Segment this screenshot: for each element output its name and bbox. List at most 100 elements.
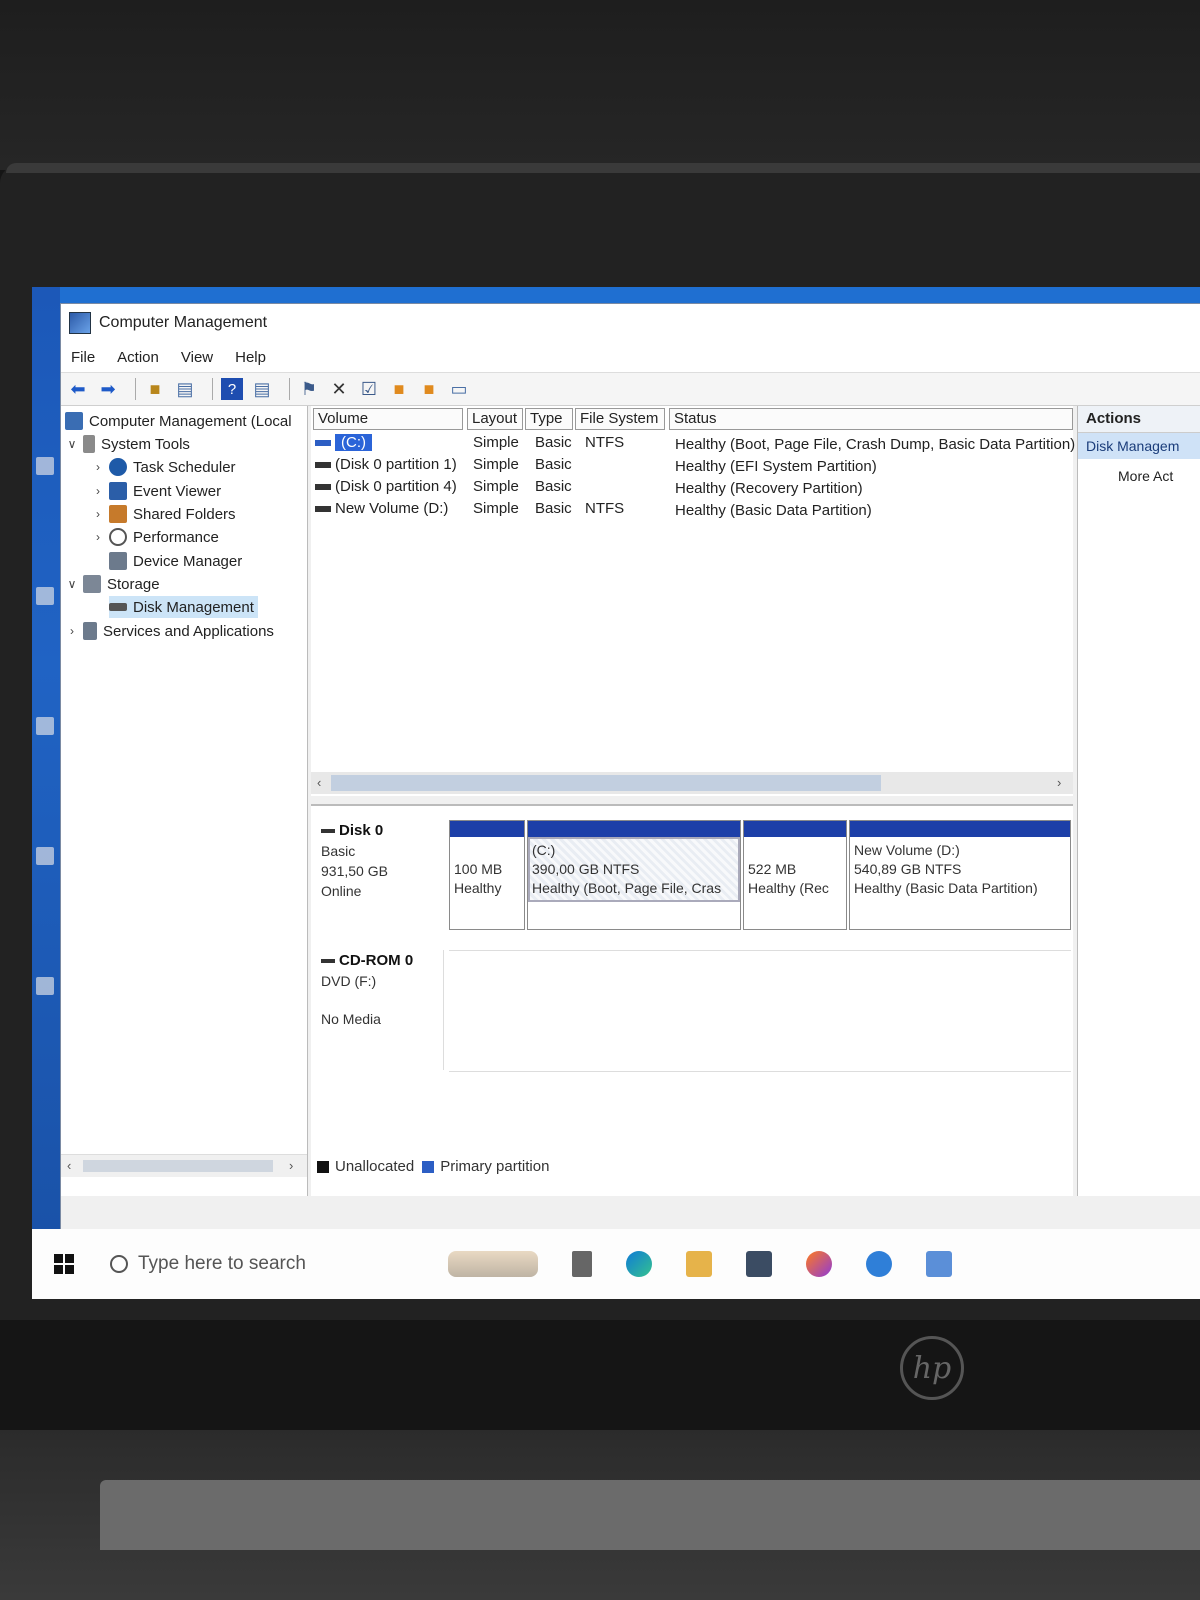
column-header-type[interactable]: Type [525, 408, 573, 430]
storage-icon [83, 575, 101, 593]
scroll-left-icon[interactable]: ‹ [317, 775, 321, 790]
scroll-right-icon[interactable]: › [289, 1158, 293, 1173]
tree-system-tools[interactable]: ∨ System Tools [65, 433, 190, 455]
panel-icon[interactable]: ▭ [448, 378, 470, 400]
table-row[interactable]: (Disk 0 partition 1) [315, 454, 457, 476]
partition-bar [528, 821, 740, 837]
volume-name: New Volume (D:) [335, 500, 449, 517]
tree-task-scheduler[interactable]: › Task Scheduler [91, 456, 236, 478]
windows-start-icon[interactable] [54, 1254, 74, 1274]
tree-horizontal-scrollbar[interactable]: ‹ › [61, 1154, 307, 1177]
tree-services-applications[interactable]: › Services and Applications [65, 620, 274, 642]
tree-storage[interactable]: ∨ Storage [65, 573, 160, 595]
scroll-thumb[interactable] [331, 775, 881, 791]
desktop-icon[interactable] [36, 977, 54, 995]
partition-d[interactable]: New Volume (D:) 540,89 GB NTFS Healthy (… [849, 820, 1071, 930]
forward-arrow-icon[interactable]: ➡ [97, 378, 119, 400]
table-row[interactable]: (C:) [315, 432, 372, 454]
tree-shared-folders[interactable]: › Shared Folders [91, 503, 236, 525]
tree-root[interactable]: Computer Management (Local [65, 410, 292, 432]
hp-logo: hp [900, 1336, 964, 1400]
connect-icon[interactable]: ⚑ [298, 378, 320, 400]
partition-recovery[interactable]: 522 MB Healthy (Rec [743, 820, 847, 930]
edge-browser-icon[interactable] [626, 1251, 652, 1277]
mail-icon[interactable] [746, 1251, 772, 1277]
scroll-right-icon[interactable]: › [1057, 775, 1061, 790]
folder-icon[interactable]: ■ [388, 378, 410, 400]
menu-help[interactable]: Help [235, 349, 266, 366]
tree-disk-management[interactable]: Disk Management [109, 596, 258, 618]
desktop-icon[interactable] [36, 457, 54, 475]
scroll-left-icon[interactable]: ‹ [67, 1158, 71, 1173]
volume-layout: Simple [473, 456, 519, 473]
desktop-icon[interactable] [36, 717, 54, 735]
chevron-right-icon[interactable]: › [65, 624, 79, 638]
up-folder-icon[interactable]: ■ [144, 378, 166, 400]
toolbar-separator [212, 378, 213, 400]
screen: Computer Management File Action View Hel… [32, 287, 1200, 1299]
table-row[interactable]: (Disk 0 partition 4) [315, 476, 457, 498]
actions-disk-management[interactable]: Disk Managem [1078, 433, 1200, 459]
menu-action[interactable]: Action [117, 349, 159, 366]
desktop-icon[interactable] [36, 587, 54, 605]
actions-more[interactable]: More Act [1078, 459, 1200, 493]
computer-icon [65, 412, 83, 430]
chevron-down-icon[interactable]: ∨ [65, 437, 79, 451]
partition-bar [850, 821, 1070, 837]
volume-horizontal-scrollbar[interactable]: ‹ › [311, 772, 1073, 794]
search-icon[interactable] [110, 1255, 128, 1273]
scroll-thumb[interactable] [83, 1160, 273, 1172]
file-explorer-icon[interactable] [686, 1251, 712, 1277]
menu-file[interactable]: File [71, 349, 95, 366]
window-title: Computer Management [99, 314, 268, 331]
task-view-icon[interactable] [572, 1251, 592, 1277]
chevron-right-icon[interactable]: › [91, 530, 105, 544]
volume-type: Basic [535, 478, 572, 495]
checklist-icon[interactable]: ☑ [358, 378, 380, 400]
volume-status: Healthy (Boot, Page File, Crash Dump, Ba… [675, 436, 1076, 453]
column-header-file-system[interactable]: File System [575, 408, 665, 430]
chevron-right-icon[interactable]: › [91, 460, 105, 474]
title-bar: Computer Management [61, 304, 1200, 342]
disk0-label[interactable]: Disk 0 Basic 931,50 GB Online [321, 820, 388, 901]
firefox-icon[interactable] [806, 1251, 832, 1277]
app-icon[interactable] [866, 1251, 892, 1277]
chevron-down-icon[interactable]: ∨ [65, 577, 79, 591]
navigation-tree: Computer Management (Local ∨ System Tool… [61, 406, 308, 1196]
properties-icon[interactable]: ▤ [251, 378, 273, 400]
search-highlight-icon[interactable] [448, 1251, 538, 1277]
legend-swatch-unallocated [317, 1160, 329, 1173]
table-row[interactable]: New Volume (D:) [315, 498, 448, 520]
search-folder-icon[interactable]: ■ [418, 378, 440, 400]
computer-management-taskbar-icon[interactable] [926, 1251, 952, 1277]
laptop-lid-edge [6, 163, 1200, 173]
cdrom-label[interactable]: CD-ROM 0 DVD (F:) No Media [321, 950, 444, 1070]
back-arrow-icon[interactable]: ⬅ [67, 378, 89, 400]
partition-line1: (C:) [532, 842, 556, 858]
column-header-status[interactable]: Status [669, 408, 1073, 430]
background-top [0, 0, 1200, 170]
chevron-right-icon[interactable]: › [91, 484, 105, 498]
disk0-size: 931,50 GB [321, 863, 388, 879]
volume-icon [315, 440, 331, 447]
tree-device-manager[interactable]: Device Manager [109, 550, 242, 572]
tree-services-label: Services and Applications [103, 622, 274, 640]
help-icon[interactable]: ? [221, 378, 243, 400]
tree-performance[interactable]: › Performance [91, 526, 219, 548]
partition-efi[interactable]: 100 MB Healthy [449, 820, 525, 930]
show-hide-tree-icon[interactable]: ▤ [174, 378, 196, 400]
desktop-icon[interactable] [36, 847, 54, 865]
tree-event-viewer[interactable]: › Event Viewer [91, 480, 221, 502]
column-header-volume[interactable]: Volume [313, 408, 463, 430]
toolbar-separator [135, 378, 136, 400]
volume-fs: NTFS [585, 434, 625, 451]
chevron-right-icon[interactable]: › [91, 507, 105, 521]
taskbar-search[interactable]: Type here to search [138, 1253, 448, 1275]
volume-status: Healthy (Recovery Partition) [675, 480, 863, 497]
menu-view[interactable]: View [181, 349, 213, 366]
partition-c[interactable]: (C:) 390,00 GB NTFS Healthy (Boot, Page … [527, 820, 741, 930]
delete-icon[interactable]: ✕ [328, 378, 350, 400]
tree-performance-label: Performance [133, 528, 219, 546]
column-header-layout[interactable]: Layout [467, 408, 523, 430]
cdrom-area[interactable] [449, 950, 1071, 1072]
